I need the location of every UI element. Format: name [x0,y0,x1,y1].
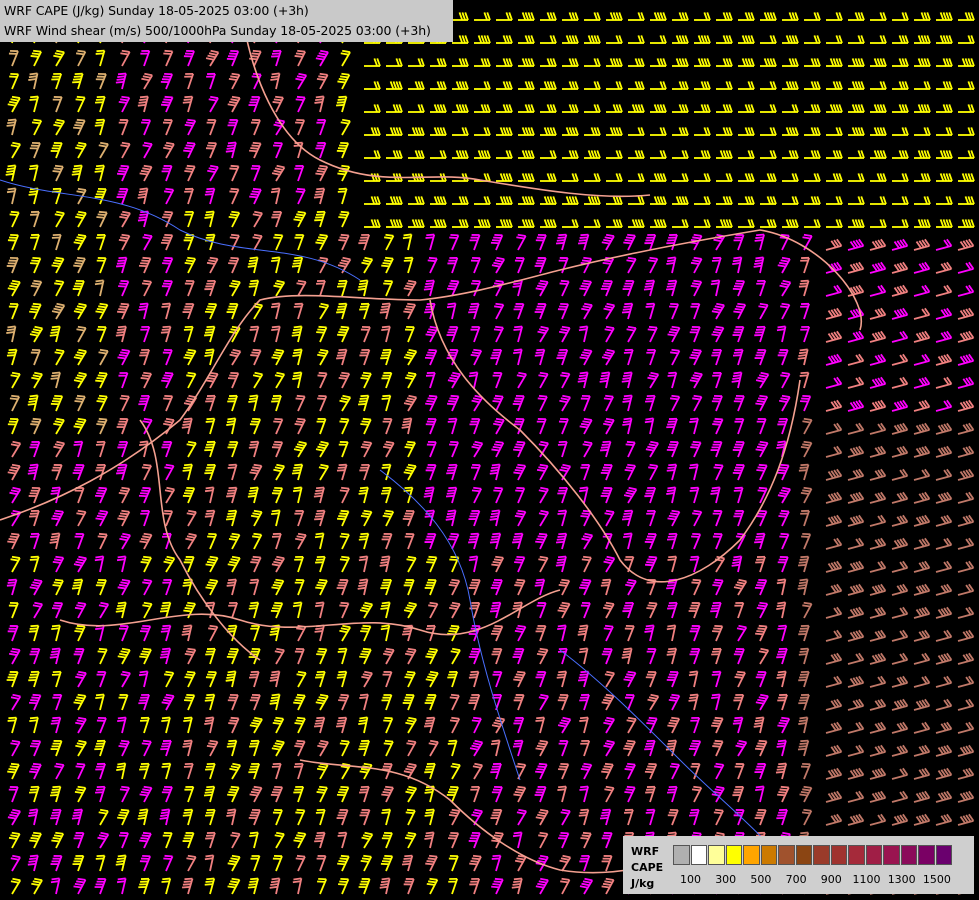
legend-swatch [743,845,760,865]
legend-tick-labels: 100 300 500 700 900 1100 1300 1500 [673,873,973,887]
legend-swatch [708,845,725,865]
legend-swatch [813,845,830,865]
legend-tick: 300 [715,873,737,886]
map-title-box: WRF CAPE (J/kg) Sunday 18-05-2025 03:00 … [0,0,453,42]
legend-swatch [883,845,900,865]
legend-tick: 1500 [922,873,951,886]
legend-swatch [725,845,742,865]
legend-tick: 1300 [887,873,916,886]
legend-swatch [935,845,952,865]
legend-tick: 500 [750,873,772,886]
legend-label-unit: J/kg [631,877,655,890]
map-canvas [0,0,979,900]
legend-tick: 700 [785,873,807,886]
legend-color-scale [673,845,953,865]
legend-swatch [900,845,917,865]
legend-swatch [865,845,882,865]
legend-swatch [760,845,777,865]
legend-swatch [673,845,690,865]
legend-swatch [778,845,795,865]
legend-swatch [690,845,707,865]
title-wind-shear: WRF Wind shear (m/s) 500/1000hPa Sunday … [4,23,431,38]
cape-legend: WRF CAPE J/kg 100 300 500 700 900 1100 1300 150… [623,836,974,894]
legend-swatch [918,845,935,865]
legend-tick: 900 [820,873,842,886]
legend-swatch [795,845,812,865]
legend-swatch [848,845,865,865]
title-cape: WRF CAPE (J/kg) Sunday 18-05-2025 03:00 … [4,3,309,18]
legend-label-model: WRF [631,845,660,858]
legend-label-variable: CAPE [631,861,664,874]
legend-tick: 1100 [852,873,881,886]
legend-tick: 100 [680,873,701,886]
legend-swatch [830,845,847,865]
